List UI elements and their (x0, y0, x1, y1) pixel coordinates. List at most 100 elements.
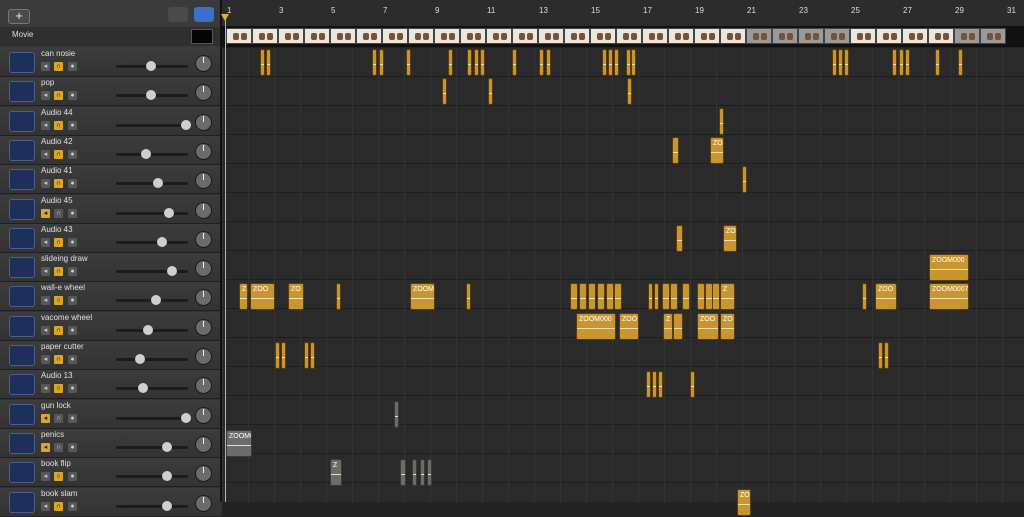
movie-filmstrip[interactable] (222, 26, 1024, 47)
track-header[interactable]: Audio 44 ◂ ∩ ● (0, 106, 222, 136)
pan-knob[interactable] (195, 406, 212, 424)
record-icon[interactable]: ● (68, 413, 77, 423)
pan-knob[interactable] (195, 84, 212, 102)
audio-region[interactable] (448, 49, 453, 76)
audio-region[interactable]: ZOOM000 (929, 254, 969, 282)
automation-button[interactable] (168, 7, 188, 22)
audio-region[interactable]: ZOOM0 (226, 429, 252, 457)
volume-knob[interactable] (180, 412, 191, 423)
mute-icon[interactable]: ◂ (41, 91, 50, 101)
pan-knob[interactable] (195, 318, 212, 336)
audio-region[interactable] (905, 49, 910, 76)
mute-icon[interactable]: ◂ (41, 501, 50, 511)
audio-region[interactable]: ZOO (619, 312, 639, 340)
track-header[interactable]: Audio 41 ◂ ∩ ● (0, 165, 222, 195)
audio-region[interactable] (467, 49, 472, 76)
volume-slider[interactable] (116, 178, 188, 189)
pan-knob[interactable] (195, 348, 212, 365)
audio-region[interactable] (673, 312, 683, 340)
audio-region[interactable] (512, 49, 517, 76)
audio-region[interactable] (412, 459, 417, 487)
audio-region[interactable]: Z (330, 459, 342, 487)
audio-region[interactable] (275, 342, 280, 369)
track-header[interactable]: wall-e wheel ◂ ∩ ● (0, 282, 222, 312)
tracks-area[interactable]: ZO ZO ZOOM000 Z ZOO ZO ZOOM Z ZOO ZOOM0007 ZOOM000… (222, 48, 1024, 516)
headphones-icon[interactable]: ∩ (54, 149, 63, 159)
audio-region[interactable] (597, 283, 605, 311)
mute-icon[interactable]: ◂ (41, 62, 50, 71)
audio-region[interactable]: ZOOM000 (576, 312, 616, 340)
audio-region[interactable] (662, 283, 670, 311)
headphones-icon[interactable]: ∩ (54, 208, 63, 218)
audio-region[interactable] (654, 283, 659, 311)
audio-region[interactable] (672, 136, 679, 164)
audio-region[interactable] (394, 400, 399, 428)
pan-knob[interactable] (195, 377, 212, 395)
audio-region[interactable] (742, 166, 747, 194)
volume-knob[interactable] (140, 148, 151, 159)
track-header[interactable]: paper cutter ◂ ∩ ● (0, 341, 222, 370)
record-icon[interactable]: ● (68, 442, 77, 452)
track-header[interactable]: penics ◂ ∩ ● (0, 428, 222, 458)
record-icon[interactable]: ● (68, 62, 77, 71)
audio-region[interactable]: ZO (720, 312, 735, 340)
volume-slider[interactable] (116, 295, 188, 306)
audio-region[interactable] (878, 342, 883, 369)
headphones-icon[interactable]: ∩ (54, 179, 63, 189)
audio-region[interactable] (336, 283, 341, 311)
audio-region[interactable] (570, 283, 578, 311)
pan-knob[interactable] (195, 465, 212, 483)
audio-region[interactable]: ZOO (875, 283, 897, 311)
record-icon[interactable]: ● (68, 384, 77, 394)
track-header[interactable]: book slam ◂ ∩ ● (0, 487, 222, 517)
volume-knob[interactable] (142, 324, 153, 335)
audio-region[interactable] (670, 283, 678, 311)
record-icon[interactable]: ● (68, 472, 77, 482)
headphones-icon[interactable]: ∩ (54, 62, 63, 71)
audio-region[interactable] (310, 342, 315, 369)
headphones-icon[interactable]: ∩ (54, 384, 63, 394)
volume-knob[interactable] (162, 471, 173, 482)
audio-region[interactable] (466, 283, 471, 311)
playhead-handle[interactable] (221, 14, 229, 21)
headphones-icon[interactable]: ∩ (54, 355, 63, 364)
record-icon[interactable]: ● (68, 237, 77, 247)
volume-slider[interactable] (116, 148, 188, 159)
pan-knob[interactable] (195, 142, 212, 160)
audio-region[interactable] (631, 49, 636, 76)
volume-slider[interactable] (116, 500, 188, 511)
mute-icon[interactable]: ◂ (41, 208, 50, 218)
pan-knob[interactable] (195, 494, 212, 512)
audio-region[interactable] (682, 283, 690, 311)
audio-region[interactable] (614, 283, 622, 311)
audio-region[interactable]: ZOOM (410, 283, 435, 311)
volume-knob[interactable] (163, 207, 174, 218)
pan-knob[interactable] (195, 55, 212, 72)
audio-region[interactable] (266, 49, 271, 76)
audio-region[interactable] (588, 283, 596, 311)
mute-icon[interactable]: ◂ (41, 384, 50, 394)
headphones-icon[interactable]: ∩ (54, 296, 63, 306)
volume-knob[interactable] (157, 236, 168, 247)
playhead-line[interactable] (225, 14, 226, 502)
audio-region[interactable] (832, 49, 837, 76)
headphones-icon[interactable]: ∩ (54, 237, 63, 247)
audio-region[interactable] (442, 78, 447, 106)
volume-slider[interactable] (116, 354, 188, 364)
headphones-icon[interactable]: ∩ (54, 325, 63, 335)
mute-icon[interactable]: ◂ (41, 149, 50, 159)
track-header[interactable]: Audio 13 ◂ ∩ ● (0, 370, 222, 400)
record-icon[interactable]: ● (68, 149, 77, 159)
track-header[interactable]: Audio 45 ◂ ∩ ● (0, 194, 222, 224)
audio-region[interactable] (712, 283, 720, 311)
audio-region[interactable] (400, 459, 406, 487)
pan-knob[interactable] (195, 201, 212, 219)
volume-slider[interactable] (116, 324, 188, 335)
volume-slider[interactable] (116, 236, 188, 247)
audio-region[interactable] (648, 283, 653, 311)
volume-slider[interactable] (116, 471, 188, 482)
audio-region[interactable]: ZO (288, 283, 304, 311)
audio-region[interactable] (304, 342, 309, 369)
flex-time-button[interactable] (194, 7, 214, 22)
header-divider[interactable] (220, 0, 222, 502)
